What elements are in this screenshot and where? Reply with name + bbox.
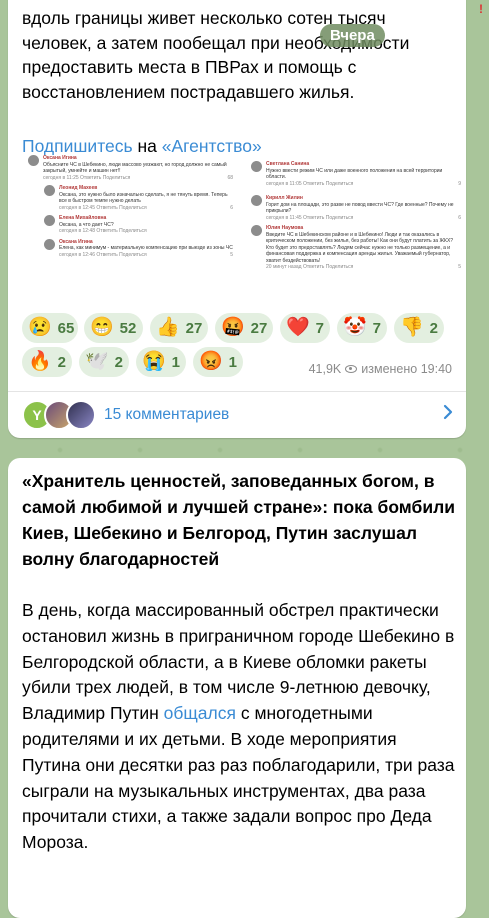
subscribe-line: Подпишитесь на «Агентство» xyxy=(22,136,262,157)
screenshot-comment: Светлана Санина Нужно ввести режим ЧС или… xyxy=(251,161,461,187)
comment-likes: 5 xyxy=(458,264,461,270)
comments-screenshot[interactable]: Оксана Игина Объясните ЧС в Шебекино, люд… xyxy=(28,155,462,272)
reaction-count: 65 xyxy=(57,319,75,337)
eye-icon xyxy=(345,365,358,373)
message-meta: 41,9K изменено 19:40 xyxy=(309,362,452,376)
subscribe-mid: на xyxy=(132,136,162,156)
scroll-indicator[interactable]: ! xyxy=(479,0,485,16)
comment-text: Елена, как минимум - материальную компен… xyxy=(59,245,233,251)
reaction-loudly-crying-face[interactable]: 😭 1 xyxy=(136,347,186,377)
reaction-count: 52 xyxy=(119,319,137,337)
angry-cursing-face-icon: 🤬 xyxy=(221,317,245,338)
reaction-clown-face[interactable]: 🤡 7 xyxy=(337,313,387,343)
reaction-red-heart[interactable]: ❤️ 7 xyxy=(280,313,330,343)
reaction-count: 7 xyxy=(315,319,325,337)
screenshot-comment: Кирилл Жилин Горит дом на площади, это ра… xyxy=(251,195,461,221)
comment-meta: сегодня в 11:05 Ответить Поделиться xyxy=(266,180,354,187)
screenshot-comment: Оксана Игина Объясните ЧС в Шебекино, люд… xyxy=(28,155,233,181)
avatar xyxy=(44,215,55,226)
comment-likes: 9 xyxy=(458,180,461,187)
avatar xyxy=(44,185,55,196)
reaction-count: 2 xyxy=(114,353,124,371)
date-pill: Вчера xyxy=(320,24,385,47)
commenter-avatars: Y xyxy=(22,400,102,430)
message-bubble: вдоль границы живет несколько сотен тыся… xyxy=(8,0,466,438)
dove-icon: 🕊️ xyxy=(85,351,109,372)
post-link[interactable]: общался xyxy=(164,703,236,723)
screenshot-comment: Елена Михайловна Оксана, а что дает ЧС? се… xyxy=(44,215,233,235)
avatar xyxy=(44,238,55,250)
comment-likes: 68 xyxy=(227,174,233,181)
reaction-crying-face[interactable]: 😢 65 xyxy=(22,313,78,343)
screenshot-column-left: Оксана Игина Объясните ЧС в Шебекино, люд… xyxy=(28,155,233,262)
avatar xyxy=(251,225,262,236)
screenshot-column-right: Светлана Санина Нужно ввести режим ЧС или… xyxy=(251,155,461,272)
clown-face-icon: 🤡 xyxy=(343,317,367,338)
message-bubble: «Хранитель ценностей, заповеданных богом… xyxy=(8,458,466,918)
screenshot-comment: Юлия Наумова Введите ЧС в Шебекинском рай… xyxy=(251,225,461,271)
comment-text: Нужно ввести режим ЧС или даже военного … xyxy=(266,167,443,181)
comment-likes: 6 xyxy=(458,214,461,221)
reaction-count: 27 xyxy=(185,319,203,337)
grinning-face-icon: 😁 xyxy=(90,317,114,338)
reaction-thumbs-up[interactable]: 👍 27 xyxy=(150,313,208,343)
reaction-count: 27 xyxy=(250,319,268,337)
comment-meta: сегодня в 12:48 Ответить Поделиться xyxy=(59,228,147,234)
reaction-count: 7 xyxy=(372,319,382,337)
comment-text: Объясните ЧС в Шебекино, люди массово уе… xyxy=(43,161,227,175)
comment-likes: 5 xyxy=(230,251,233,258)
comment-text: Введите ЧС в Шебекинском районе и в Шебе… xyxy=(266,231,454,264)
loudly-crying-face-icon: 😭 xyxy=(142,351,166,372)
comment-meta: 20 минут назад Ответить Поделиться xyxy=(266,264,354,270)
comment-meta: сегодня в 11:25 Ответить Поделиться xyxy=(43,174,131,181)
thumbs-down-icon: 👎 xyxy=(400,317,424,338)
comments-count-label: 15 комментариев xyxy=(104,406,230,423)
thumbs-up-icon: 👍 xyxy=(156,317,180,338)
red-heart-icon: ❤️ xyxy=(286,317,310,338)
fire-icon: 🔥 xyxy=(28,351,52,372)
reaction-dove[interactable]: 🕊️ 2 xyxy=(79,347,129,377)
crying-face-icon: 😢 xyxy=(28,317,52,338)
avatar xyxy=(251,195,262,206)
reaction-fire[interactable]: 🔥 2 xyxy=(22,347,72,377)
comments-button[interactable]: Y 15 комментариев xyxy=(8,392,466,438)
reaction-count: 1 xyxy=(171,353,181,371)
angry-face-icon: 😡 xyxy=(199,351,223,372)
post-body: В день, когда массированный обстрел прак… xyxy=(22,598,458,856)
avatar xyxy=(28,155,39,166)
channel-link[interactable]: «Агентство» xyxy=(162,136,262,156)
avatar xyxy=(251,161,262,172)
comment-likes: 6 xyxy=(230,204,233,211)
post-body-text: с многодетными родителями и их детьми. В… xyxy=(22,703,455,853)
message-text: вдоль границы живет несколько сотен тыся… xyxy=(22,8,410,102)
screenshot-comment: Леонид Махеев Оксана, это нужно было изна… xyxy=(44,185,233,211)
post-title: «Хранитель ценностей, заповеданных богом… xyxy=(22,471,455,569)
view-count: 41,9K xyxy=(308,362,342,376)
comment-text: Оксана, это нужно было изначально сделат… xyxy=(59,191,228,205)
reaction-angry-face[interactable]: 😡 1 xyxy=(193,347,243,377)
comment-text: Горит дом на площади, это разве не повод… xyxy=(266,201,454,215)
edited-time: изменено 19:40 xyxy=(361,362,452,376)
comment-meta: сегодня в 12:45 Ответить Поделиться xyxy=(59,204,147,211)
reaction-count: 2 xyxy=(57,353,67,371)
avatar xyxy=(66,400,96,430)
reaction-angry-cursing-face[interactable]: 🤬 27 xyxy=(215,313,273,343)
screenshot-comment: Оксана Игина Елена, как минимум - материа… xyxy=(44,238,233,259)
reaction-thumbs-down[interactable]: 👎 2 xyxy=(394,313,444,343)
comment-meta: сегодня в 11:45 Ответить Поделиться xyxy=(266,214,354,221)
subscribe-link[interactable]: Подпишитесь xyxy=(22,136,133,156)
comment-meta: сегодня в 12:46 Ответить Поделиться xyxy=(59,251,147,258)
reaction-count: 1 xyxy=(228,353,238,371)
reaction-grinning-face[interactable]: 😁 52 xyxy=(84,313,143,343)
chevron-right-icon xyxy=(443,404,453,420)
reaction-count: 2 xyxy=(429,319,439,337)
